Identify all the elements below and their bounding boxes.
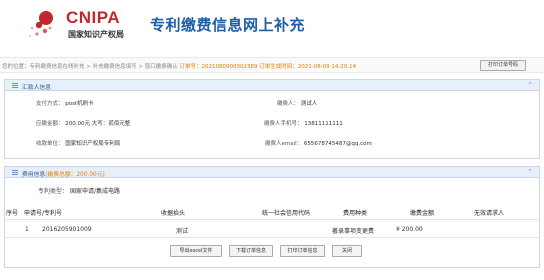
total-amount-label: 应缴金额： (36, 121, 64, 127)
payment-method: 支付方式： post机刷卡 (36, 99, 94, 107)
cell-fee-type: 著录事项变更费 (332, 228, 375, 235)
payment-method-label: 支付方式： (36, 101, 64, 107)
remitter-panel-title: 汇款人信息 (22, 85, 51, 91)
column-header-invalidation-requester: 无效请求人 (474, 210, 505, 217)
collapse-icon[interactable]: ⌃ (527, 81, 533, 89)
cell-amount: ¥ 200.00 (396, 226, 423, 233)
order-time: 订单生成时间：2021-08-09 14:20:14 (259, 64, 357, 70)
receiving-unit: 收款单位： 国家知识产权局专利局 (36, 139, 120, 147)
print-order-button[interactable]: 打印订单信息 (280, 245, 325, 257)
payer-value: 测试人 (300, 101, 318, 107)
logo-brand: CNIPA (66, 8, 121, 27)
fees-panel-title: 费用信息(缴费总额：200.00元) (22, 169, 105, 178)
column-header-fee-type: 费用种类 (343, 210, 368, 217)
cell-index: 1 (25, 226, 29, 233)
column-header-credit-code: 统一社会信用代码 (262, 210, 311, 217)
download-order-button[interactable]: 下载订单信息 (229, 245, 273, 257)
payer-email-value: 655678745487@qq.com (303, 141, 372, 147)
receiving-unit-label: 收款单位： (36, 141, 64, 147)
close-button[interactable]: 关闭 (332, 245, 362, 257)
payer-phone-value: 13811111111 (304, 121, 343, 127)
patent-type-label: 专利类型： (38, 188, 69, 195)
export-excel-button[interactable]: 导出excel文件 (170, 245, 222, 257)
remitter-panel-header[interactable]: 汇款人信息 ⌃ (5, 80, 539, 91)
collapse-icon[interactable]: ⌃ (527, 168, 533, 176)
fees-total-amount: (缴费总额：200.00元) (45, 172, 105, 178)
table-divider (4, 237, 540, 238)
breadcrumb: 您的位置：专利缴费信息在线补充 > 补充缴费信息填写 > 窗口缴费确认 订单号：… (2, 62, 356, 70)
list-icon (12, 83, 18, 88)
cell-application-number: 2016205901009 (42, 226, 92, 233)
print-order-number-button[interactable]: 打印订单号码 (480, 60, 526, 71)
patent-type-value: 国家申请/集成电路 (69, 188, 120, 195)
fees-title-text: 费用信息 (22, 172, 46, 178)
total-amount: 应缴金额： 200.00元 大写：贰佰元整 (36, 119, 130, 127)
cell-receipt-title: 测试 (176, 228, 189, 235)
payment-method-value: post机刷卡 (65, 101, 94, 107)
cnipa-logo-icon (29, 11, 53, 37)
payer-email-label: 缴费人email： (265, 141, 303, 147)
patent-type: 专利类型： 国家申请/集成电路 (38, 186, 120, 195)
payer-phone: 缴费人手机号： 13811111111 (264, 119, 343, 127)
column-header-receipt-title: 收据抬头 (161, 210, 186, 217)
total-amount-value: 200.00元 大写：贰佰元整 (65, 121, 131, 127)
site-header: CNIPA 国家知识产权局 专利缴费信息网上补充 (0, 0, 544, 52)
payer-phone-label: 缴费人手机号： (264, 121, 303, 127)
breadcrumb-bar: 您的位置：专利缴费信息在线补充 > 补充缴费信息填写 > 窗口缴费确认 订单号：… (0, 57, 544, 73)
order-number: 订单号：2021080900302389 (179, 64, 258, 70)
payer-label: 缴费人： (277, 101, 300, 107)
column-header-index: 序号 (6, 210, 19, 217)
breadcrumb-path: 您的位置：专利缴费信息在线补充 > 补充缴费信息填写 > 窗口缴费确认 (2, 64, 178, 70)
logo-subtitle: 国家知识产权局 (68, 29, 124, 39)
receiving-unit-value: 国家知识产权局专利局 (65, 141, 121, 147)
list-icon (12, 170, 18, 175)
payer: 缴费人： 测试人 (277, 99, 317, 107)
column-header-amount: 缴费金额 (410, 210, 435, 217)
table-divider (4, 219, 540, 220)
fees-panel-header[interactable]: 费用信息(缴费总额：200.00元) ⌃ (5, 167, 539, 178)
payer-email: 缴费人email： 655678745487@qq.com (265, 139, 372, 147)
column-header-application-number: 申请号/专利号 (24, 210, 63, 217)
page-title: 专利缴费信息网上补充 (150, 16, 306, 34)
